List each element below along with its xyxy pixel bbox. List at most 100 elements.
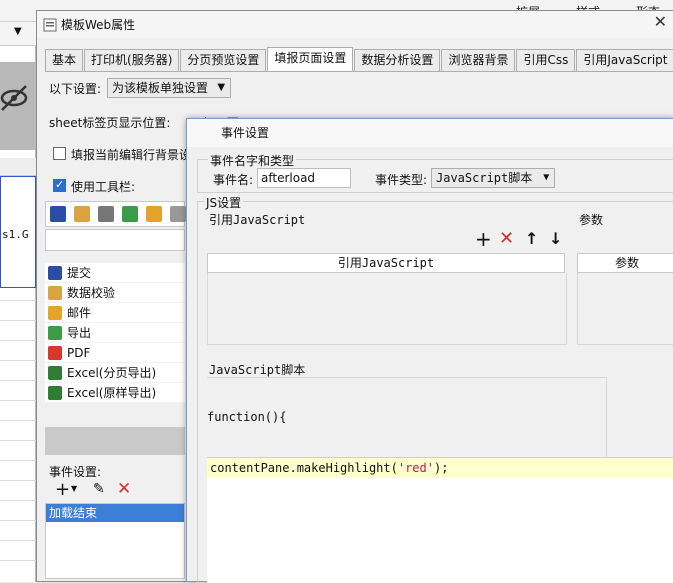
function-header: function(){ (207, 410, 287, 424)
code-call: contentPane.makeHighlight( (210, 461, 398, 475)
toolbar-item-label: 数据校验 (67, 286, 116, 300)
js-settings-group-title: JS设置 (204, 194, 244, 211)
code-line[interactable]: contentPane.makeHighlight('red'); (207, 458, 673, 478)
code-string: 'red' (397, 461, 434, 475)
script-header-area: function(){ (207, 377, 607, 459)
move-up-icon[interactable]: ↑ (525, 231, 538, 247)
toolbar-item-mail[interactable]: 邮件 (45, 303, 185, 323)
settings-select[interactable]: 为该模板单独设置 ▼ (107, 78, 232, 98)
params-table-body (577, 273, 673, 345)
background-grid-line (0, 500, 36, 501)
event-list-item[interactable]: 加载结束 (46, 504, 184, 522)
toolbar-item-excel-paged[interactable]: Excel(分页导出) (45, 363, 185, 383)
background-grid-line (0, 400, 36, 401)
toolbar-item-label: Excel(原样导出) (67, 386, 157, 400)
dialog-title: 事件设置 (221, 126, 270, 140)
add-icon[interactable]: + (475, 229, 492, 249)
more-icon[interactable] (170, 206, 186, 222)
event-type-label: 事件类型: (375, 173, 428, 187)
event-settings-dialog: 事件设置 事件名字和类型 事件名: afterload 事件类型: JavaSc… (186, 118, 673, 583)
tab-css[interactable]: 引用Css (516, 49, 576, 71)
toolbar-input[interactable] (45, 229, 185, 251)
background-grid-line (0, 440, 36, 441)
background-grid-line (0, 560, 36, 561)
edit-pencil-icon[interactable]: ✎ (93, 481, 105, 497)
chevron-down-icon[interactable]: ▼ (14, 26, 22, 37)
hidden-eye-icon (0, 85, 28, 111)
submit-icon (48, 266, 62, 280)
tab-bar: 基本 打印机(服务器) 分页预览设置 填报页面设置 数据分析设置 浏览器背景 引… (45, 47, 673, 71)
excel-icon (48, 386, 62, 400)
close-icon[interactable]: ✕ (654, 12, 667, 31)
pencil-icon[interactable] (74, 206, 90, 222)
toolbar-item-label: 导出 (67, 326, 92, 340)
background-grid-line (0, 300, 36, 301)
event-list: 加载结束 (45, 503, 185, 579)
validate-icon (48, 286, 62, 300)
chevron-down-icon[interactable]: ▼ (71, 484, 77, 493)
background-app-toolbar: ▼ (0, 22, 36, 46)
print-icon[interactable] (98, 206, 114, 222)
script-editor[interactable]: contentPane.makeHighlight('red'); (207, 457, 673, 583)
mail-icon[interactable] (146, 206, 162, 222)
toolbar-preview (45, 201, 186, 227)
event-type-select[interactable]: JavaScript脚本 ▼ (431, 168, 556, 188)
background-grid-line (0, 420, 36, 421)
background-grid-line (0, 380, 36, 381)
export-icon[interactable] (122, 206, 138, 222)
chevron-down-icon: ▼ (217, 82, 226, 93)
background-grid-line (0, 460, 36, 461)
window-title: 模板Web属性 (61, 18, 136, 32)
ref-js-table-body (207, 273, 567, 345)
event-type-value: JavaScript脚本 (436, 171, 533, 185)
dialog-titlebar: 事件设置 (187, 119, 673, 147)
toolbar-item-validate[interactable]: 数据校验 (45, 283, 185, 303)
background-app-column-header (0, 158, 36, 176)
background-grid-line (0, 480, 36, 481)
event-name-value: afterload (261, 171, 316, 185)
toolbar-item-pdf[interactable]: PDF (45, 343, 185, 363)
ref-js-label: 引用JavaScript (209, 213, 306, 227)
background-grid-line (0, 340, 36, 341)
event-settings-label: 事件设置: (49, 465, 102, 479)
tab-paging-preview[interactable]: 分页预览设置 (180, 49, 267, 71)
params-label: 参数 (579, 213, 604, 227)
tab-browser-bg[interactable]: 浏览器背景 (441, 49, 516, 71)
script-label: JavaScript脚本 (209, 363, 306, 377)
toolbar-item-export[interactable]: 导出 (45, 323, 185, 343)
column-header-params[interactable]: 参数 (577, 253, 673, 273)
delete-icon[interactable]: ✕ (117, 479, 131, 499)
pdf-icon (48, 346, 62, 360)
tab-data-analysis[interactable]: 数据分析设置 (354, 49, 441, 71)
tab-javascript[interactable]: 引用JavaScript (576, 49, 673, 71)
background-grid-line (0, 360, 36, 361)
tab-fill-page[interactable]: 填报页面设置 (267, 47, 354, 71)
app-icon (43, 18, 57, 31)
settings-select-value: 为该模板单独设置 (112, 81, 209, 95)
name-type-group-title: 事件名字和类型 (208, 152, 297, 169)
save-icon[interactable] (50, 206, 66, 222)
toolbar-item-label: Excel(分页导出) (67, 366, 157, 380)
code-suffix: ); (433, 461, 449, 475)
export-icon (48, 326, 62, 340)
move-down-icon[interactable]: ↓ (549, 231, 562, 247)
background-grid-line (0, 320, 36, 321)
toolbar-item-excel-original[interactable]: Excel(原样导出) (45, 383, 185, 403)
toolbar-item-label: 邮件 (67, 306, 92, 320)
toolbar-item-label: 提交 (67, 266, 92, 280)
event-name-label: 事件名: (213, 173, 254, 187)
event-name-input[interactable]: afterload (257, 168, 351, 188)
toolbar-edit-area (45, 427, 185, 455)
add-icon[interactable]: + (55, 479, 70, 500)
settings-label: 以下设置: (49, 82, 102, 96)
background-grid-line (0, 520, 36, 521)
tab-basic[interactable]: 基本 (45, 49, 84, 71)
delete-icon[interactable]: ✕ (499, 230, 514, 248)
toolbar-item-submit[interactable]: 提交 (45, 263, 185, 283)
tab-printer[interactable]: 打印机(服务器) (84, 49, 180, 71)
highlight-bg-checkbox[interactable] (53, 147, 66, 160)
toolbar-item-label: PDF (67, 346, 91, 360)
use-toolbar-label: 使用工具栏: (71, 180, 136, 194)
column-header-ref-js[interactable]: 引用JavaScript (207, 253, 565, 273)
use-toolbar-checkbox[interactable] (53, 178, 66, 192)
